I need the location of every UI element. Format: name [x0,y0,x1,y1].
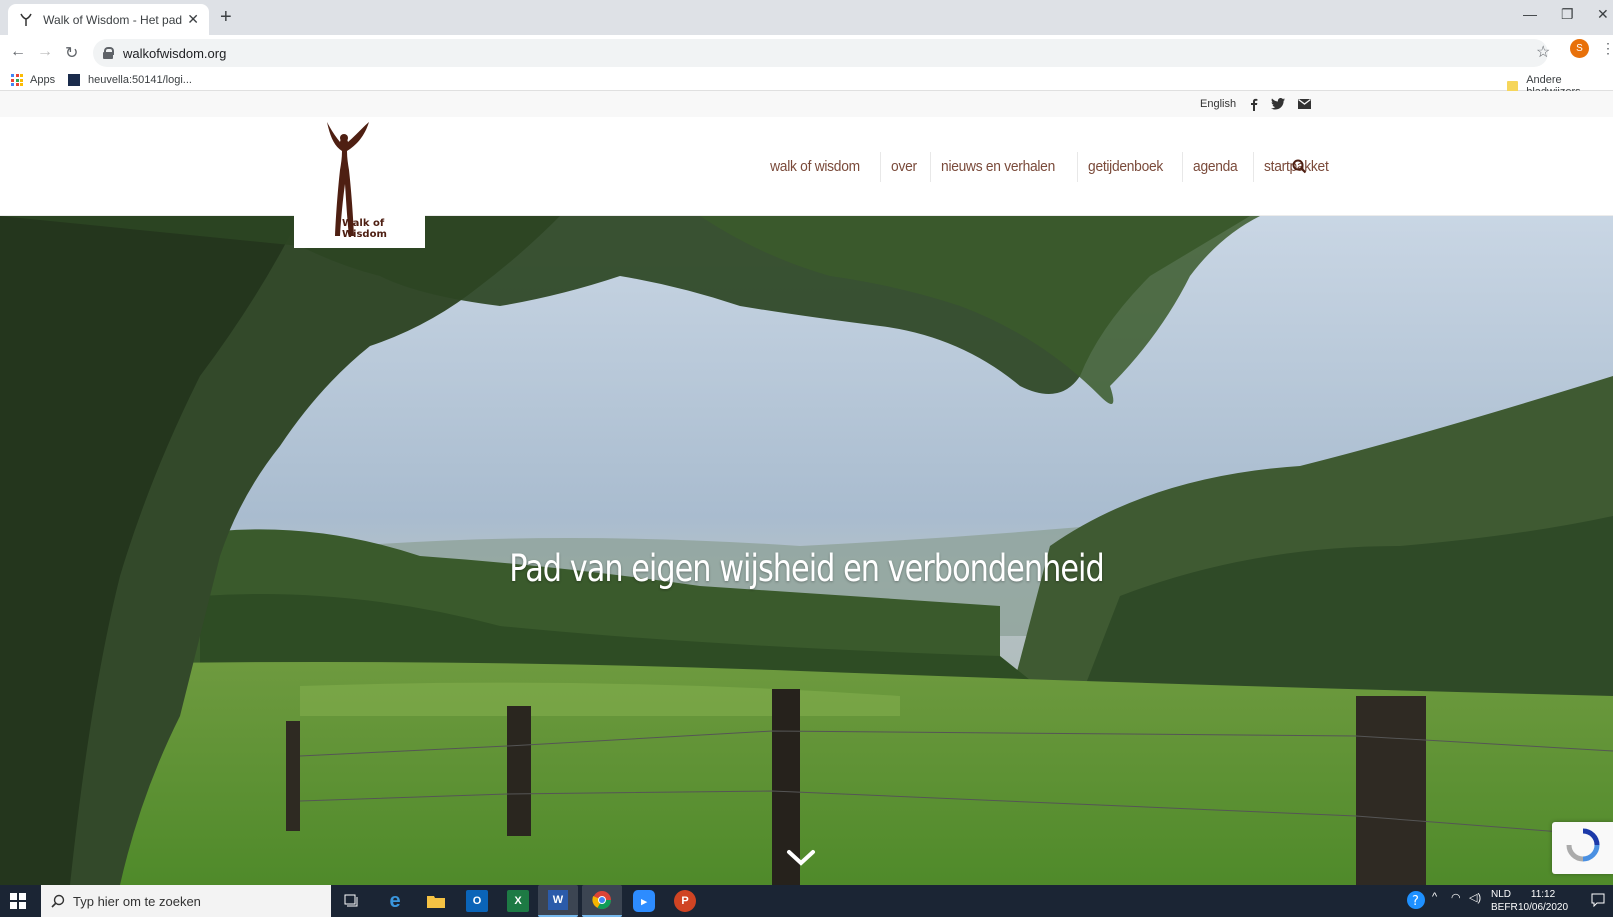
file-explorer-icon[interactable] [425,890,447,912]
windows-start-icon[interactable] [10,893,26,909]
facebook-icon[interactable] [1247,97,1261,111]
forward-icon[interactable]: → [37,43,53,61]
search-icon[interactable] [1292,159,1307,179]
recaptcha-badge[interactable] [1552,822,1613,874]
nav-item-nieuws-en-verhalen[interactable]: nieuws en verhalen [930,152,1065,182]
bookmark-item[interactable]: heuvella:50141/logi... [68,74,192,86]
excel-icon[interactable]: X [507,890,529,912]
apps-bookmark[interactable]: Apps [11,74,55,86]
lock-icon [103,47,114,59]
apps-label: Apps [30,74,56,86]
tab-title: Walk of Wisdom - Het pad van je [43,12,183,27]
search-icon [51,894,65,908]
browser-tab[interactable]: Walk of Wisdom - Het pad van je ✕ [8,4,209,35]
reload-icon[interactable]: ↻ [65,43,78,63]
nav-item-over[interactable]: over [879,152,927,182]
recaptcha-icon [1566,828,1600,862]
bookmarks-bar: Apps heuvella:50141/logi... Andere bladw… [0,71,1613,98]
apps-grid-icon [11,74,23,86]
edge-icon[interactable]: e [384,890,406,912]
system-clock[interactable]: 11:12 10/06/2020 [1518,888,1568,914]
clock-time: 11:12 [1530,889,1556,900]
twitter-icon[interactable] [1271,97,1285,111]
keyboard-language[interactable]: NLD BEFR [1491,888,1518,914]
language-link[interactable]: English [1200,98,1236,110]
new-tab-button[interactable]: + [220,7,232,27]
nav-item-getijdenboek[interactable]: getijdenboek [1077,152,1173,182]
bookmark-star-icon[interactable]: ☆ [1536,42,1550,62]
site-favicon-icon [18,12,33,28]
task-view-icon[interactable] [341,890,363,912]
browser-tab-strip: Walk of Wisdom - Het pad van je ✕ + — ❐ … [0,0,1613,35]
mail-icon[interactable] [1297,97,1311,111]
nav-item-walk-of-wisdom[interactable]: walk of wisdom [760,152,870,182]
taskbar-search-text: Typ hier om te zoeken [73,893,201,909]
close-tab-icon[interactable]: ✕ [187,11,199,28]
scroll-down-chevron-icon[interactable] [786,849,816,872]
restore-icon[interactable]: ❐ [1561,6,1574,23]
bookmark-favicon-icon [68,74,80,86]
close-window-icon[interactable]: ✕ [1597,6,1609,23]
word-icon[interactable]: W [538,885,578,917]
logo-text: Walk of Wisdom [342,218,387,240]
lang-bottom: BEFR [1491,902,1518,913]
tray-expand-icon[interactable]: ^ [1432,891,1437,903]
nav-item-agenda[interactable]: agenda [1181,152,1248,182]
folder-icon [1507,80,1519,92]
network-icon[interactable]: ◠ [1451,891,1461,904]
outlook-icon[interactable]: O [466,890,488,912]
powerpoint-icon[interactable]: P [674,890,696,912]
chrome-icon[interactable] [582,885,622,917]
menu-icon[interactable]: ⋮ [1601,40,1613,57]
address-bar[interactable]: walkofwisdom.org [93,39,1548,67]
bookmark-label: heuvella:50141/logi... [88,74,192,86]
url-text: walkofwisdom.org [123,45,227,61]
windows-taskbar: Typ hier om te zoeken e O X W ▸ P ? ^ ◠ … [0,885,1613,917]
hero-title: Pad van eigen wijsheid en verbondenheid [509,546,1104,590]
clock-date: 10/06/2020 [1518,902,1569,913]
site-topbar: English [0,91,1613,117]
volume-icon[interactable]: ◁) [1469,891,1481,904]
main-nav: walk of wisdom over nieuws en verhalen g… [760,152,1346,182]
back-icon[interactable]: ← [10,43,26,61]
lang-top: NLD [1491,889,1512,900]
notifications-icon[interactable] [1591,893,1605,910]
profile-avatar[interactable]: S [1570,39,1589,58]
zoom-icon[interactable]: ▸ [633,890,655,912]
svg-text:?: ? [1412,894,1419,909]
taskbar-search[interactable]: Typ hier om te zoeken [41,885,331,917]
help-icon[interactable]: ? [1406,890,1426,913]
browser-toolbar: ← → ↻ walkofwisdom.org ☆ S ⋮ [0,35,1613,71]
minimize-icon[interactable]: — [1523,6,1537,22]
site-logo[interactable]: Walk of Wisdom [294,118,425,248]
